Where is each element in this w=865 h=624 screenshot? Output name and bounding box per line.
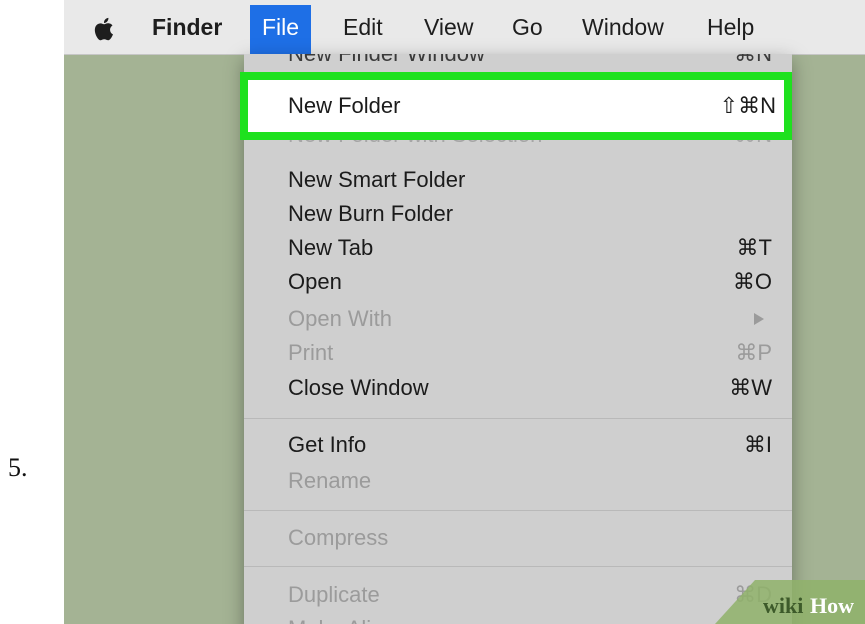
menu-item-label: Make Alias [288,612,394,624]
watermark-how-text: How [810,593,854,618]
menu-bar: Finder File Edit View Go Window Help [64,0,865,55]
watermark-wiki-text: wiki [763,593,803,618]
menu-item-label: Open [288,269,342,294]
menu-item-make-alias: Make Alias [244,612,792,624]
menu-item-label: New Folder [288,93,401,118]
menu-item-shortcut: ⌘I [743,432,772,457]
menu-item-label: Duplicate [288,582,380,607]
menu-item-label: Compress [288,525,389,550]
submenu-arrow-icon [754,313,764,325]
menu-help[interactable]: Help [707,0,754,54]
menu-item-rename: Rename [244,464,792,498]
watermark-background: wiki How [715,580,865,624]
menu-separator [244,566,792,567]
step-number: 5. [8,453,28,482]
menu-finder[interactable]: Finder [152,0,222,54]
menu-item-get-info[interactable]: Get Info ⌘I [244,428,792,462]
menu-item-label: Rename [288,468,372,493]
menu-item-close-window[interactable]: Close Window ⌘W [244,371,792,405]
menu-item-compress: Compress [244,521,792,555]
menu-window[interactable]: Window [582,0,664,54]
menu-item-shortcut: ⌘P [735,340,772,365]
menu-separator [244,510,792,511]
mac-desktop-screenshot: Finder File Edit View Go Window Help New… [64,0,865,624]
menu-item-shortcut: ⌘N [734,54,772,71]
menu-item-label: New Finder Window [288,54,485,71]
menu-item-print: Print ⌘P [244,336,792,370]
menu-item-shortcut: ⌘T [736,235,772,260]
menu-item-duplicate: Duplicate ⌘D [244,578,792,612]
menu-item-new-finder-window[interactable]: New Finder Window ⌘N [244,54,792,72]
menu-item-open-with: Open With [244,302,792,336]
menu-file[interactable]: File [250,5,312,54]
menu-item-label: Close Window [288,375,429,400]
menu-item-label: Open With [288,306,392,331]
new-folder-highlight: New Folder ⇧⌘N [240,72,792,140]
menu-item-shortcut: ⌘W [729,375,772,400]
menu-item-label: Get Info [288,432,367,457]
apple-icon[interactable] [91,16,115,42]
menu-view[interactable]: View [424,0,473,54]
menu-item-open[interactable]: Open ⌘O [244,265,792,299]
menu-separator [244,418,792,419]
menu-go[interactable]: Go [512,0,543,54]
menu-item-new-tab[interactable]: New Tab ⌘T [244,231,792,265]
menu-item-new-smart-folder[interactable]: New Smart Folder [244,163,792,197]
menu-item-label: Print [288,340,334,365]
menu-item-new-folder[interactable]: New Folder ⇧⌘N [248,89,784,123]
menu-edit[interactable]: Edit [343,0,383,54]
menu-item-new-burn-folder[interactable]: New Burn Folder [244,197,792,231]
menu-item-label: New Burn Folder [288,201,454,226]
menu-item-shortcut: ⇧⌘N [719,93,776,118]
menu-item-label: New Tab [288,235,374,260]
wikihow-watermark: wiki How [715,580,865,624]
menu-item-label: New Smart Folder [288,167,466,192]
menu-item-shortcut: ⌘O [732,269,772,294]
